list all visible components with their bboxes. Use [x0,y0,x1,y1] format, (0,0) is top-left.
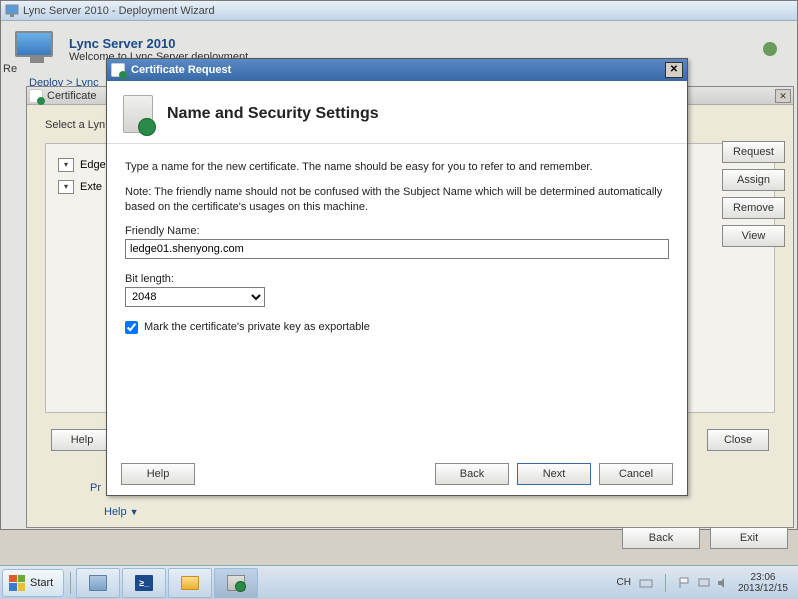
help-button[interactable]: Help [51,429,113,451]
dialog-title: Certificate Request [131,64,231,76]
note-text: Note: The friendly name should not be co… [125,185,669,215]
clock[interactable]: 23:06 2013/12/15 [738,572,788,594]
next-button[interactable]: Next [517,463,591,485]
help-dropdown[interactable]: Help ▼ [90,502,153,522]
dialog-footer: Help Back Next Cancel [107,463,687,485]
close-button[interactable]: ✕ [775,89,791,103]
help-button[interactable]: Help [121,463,195,485]
view-button[interactable]: View [722,225,785,247]
prev-link[interactable]: Pr [90,482,101,494]
folder-icon [181,576,199,590]
taskbar-powershell[interactable]: ≥_ [122,568,166,598]
back-button[interactable]: Back [435,463,509,485]
certificate-request-dialog: Certificate Request ✕ Name and Security … [106,58,688,496]
volume-icon[interactable] [716,576,730,590]
exportable-checkbox[interactable] [125,321,138,334]
exit-button[interactable]: Exit [710,527,788,549]
friendly-name-label: Friendly Name: [125,225,669,237]
taskbar-deployment-wizard[interactable] [214,568,258,598]
refresh-icon[interactable] [763,42,777,56]
start-button[interactable]: Start [2,569,64,597]
clock-time: 23:06 [738,572,788,583]
product-title: Lync Server 2010 [69,36,251,51]
dialog-titlebar[interactable]: Certificate Request ✕ [107,59,687,81]
deployment-wizard-title: Lync Server 2010 - Deployment Wizard [23,5,215,17]
keyboard-icon[interactable] [639,576,653,590]
exportable-label: Mark the certificate's private key as ex… [144,321,370,333]
bit-length-select[interactable]: 2048 [125,287,265,307]
chevron-down-icon: ▾ [58,180,74,194]
deployment-wizard-titlebar[interactable]: Lync Server 2010 - Deployment Wizard [1,1,797,21]
certificate-icon [29,89,43,103]
dialog-header: Name and Security Settings [107,81,687,144]
request-button[interactable]: Request [722,141,785,163]
flag-icon[interactable] [678,576,692,590]
chevron-down-icon: ▾ [58,158,74,172]
expander-label: Edge [80,159,106,171]
app-icon [5,4,19,18]
remove-button[interactable]: Remove [722,197,785,219]
certificate-large-icon [123,95,153,133]
close-button[interactable]: ✕ [665,62,683,78]
monitor-icon [15,31,59,67]
certificate-wizard-title: Certificate [47,90,97,102]
expander-label: Exte [80,181,102,193]
bit-length-label: Bit length: [125,273,669,285]
chevron-down-icon: ▼ [130,507,139,517]
taskbar-explorer[interactable] [168,568,212,598]
taskbar: Start ≥_ CH 23:06 2013/12/15 [0,565,798,599]
clock-date: 2013/12/15 [738,583,788,594]
taskbar-server-manager[interactable] [76,568,120,598]
back-button[interactable]: Back [622,527,700,549]
powershell-icon: ≥_ [135,575,153,591]
cancel-button[interactable]: Cancel [599,463,673,485]
intro-text: Type a name for the new certificate. The… [125,160,669,175]
assign-button[interactable]: Assign [722,169,785,191]
friendly-name-input[interactable] [125,239,669,259]
certificate-icon [111,63,125,77]
windows-icon [9,575,25,591]
network-icon[interactable] [697,576,711,590]
close-button[interactable]: Close [707,429,769,451]
server-icon [89,575,107,591]
deployment-icon [227,575,245,591]
page-title: Name and Security Settings [167,105,379,123]
wizard-bottom-buttons: Back Exit [622,527,788,549]
system-tray: CH 23:06 2013/12/15 [606,566,798,599]
ime-indicator[interactable]: CH [616,577,630,588]
